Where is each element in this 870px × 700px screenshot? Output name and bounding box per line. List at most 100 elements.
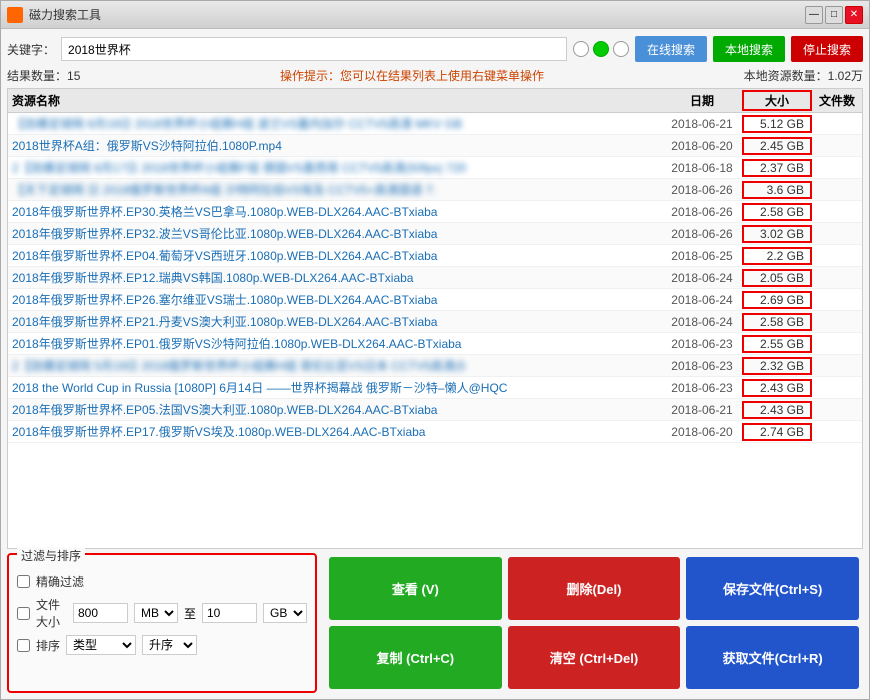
- row-date: 2018-06-24: [662, 271, 742, 285]
- table-row[interactable]: 2018年俄罗斯世界杯.EP26.塞尔维亚VS瑞士.1080p.WEB-DLX2…: [8, 289, 862, 311]
- table-row[interactable]: 2018世界杯A组：俄罗斯VS沙特阿拉伯.1080P.mp42018-06-20…: [8, 135, 862, 157]
- row-size: 2.37 GB: [742, 159, 812, 177]
- row-name: 2018 the World Cup in Russia [1080P] 6月1…: [8, 379, 662, 396]
- row-name: 2018年俄罗斯世界杯.EP32.波兰VS哥伦比亚.1080p.WEB-DLX2…: [8, 225, 662, 242]
- window-controls: — □ ✕: [805, 6, 863, 24]
- main-content: 关键字： 在线搜索 本地搜索 停止搜索 结果数量： 15 操作提示：您可以在结果…: [1, 29, 869, 699]
- header-files: 文件数: [812, 92, 862, 109]
- row-name: 2018年俄罗斯世界杯.EP05.法国VS澳大利亚.1080p.WEB-DLX2…: [8, 401, 662, 418]
- maximize-button[interactable]: □: [825, 6, 843, 24]
- table-row[interactable]: 2018年俄罗斯世界杯.EP30.英格兰VS巴拿马.1080p.WEB-DLX2…: [8, 201, 862, 223]
- file-size-row: 文件大小 MB GB 至 MB GB: [17, 601, 307, 625]
- file-size-to-unit-select[interactable]: MB GB: [263, 603, 307, 623]
- row-size: 2.05 GB: [742, 269, 812, 287]
- row-name: 2018年俄罗斯世界杯.EP26.塞尔维亚VS瑞士.1080p.WEB-DLX2…: [8, 291, 662, 308]
- close-button[interactable]: ✕: [845, 6, 863, 24]
- table-row[interactable]: 2【劲爆足球网 5月19日 2018俄罗斯世界杯小组赛H组 哥伦比亚VS日本 C…: [8, 355, 862, 377]
- table-body: 【劲爆足球网 6月19日 2018世界杯小组赛H组 波兰VS塞内加尔 CCTV5…: [8, 113, 862, 548]
- delete-button[interactable]: 删除(Del): [508, 557, 681, 620]
- info-row: 结果数量： 15 操作提示：您可以在结果列表上使用右键菜单操作 本地资源数量： …: [7, 67, 863, 84]
- row-date: 2018-06-26: [662, 227, 742, 241]
- tip-text: 操作提示：您可以在结果列表上使用右键菜单操作: [80, 67, 743, 84]
- local-count: 1.02万: [828, 67, 863, 84]
- table-row[interactable]: 2018年俄罗斯世界杯.EP05.法国VS澳大利亚.1080p.WEB-DLX2…: [8, 399, 862, 421]
- row-name: 2018世界杯A组：俄罗斯VS沙特阿拉伯.1080P.mp4: [8, 137, 662, 154]
- file-size-checkbox[interactable]: [17, 607, 30, 620]
- stop-search-button[interactable]: 停止搜索: [791, 36, 863, 62]
- row-date: 2018-06-23: [662, 337, 742, 351]
- row-name: 【劲爆足球网 6月19日 2018世界杯小组赛H组 波兰VS塞内加尔 CCTV5…: [8, 115, 662, 132]
- minimize-button[interactable]: —: [805, 6, 823, 24]
- main-window: 磁力搜索工具 — □ ✕ 关键字： 在线搜索 本地搜索 停止搜索 结果数量： 1…: [0, 0, 870, 700]
- file-size-label: 文件大小: [36, 596, 67, 630]
- file-size-from-unit-select[interactable]: MB GB: [134, 603, 178, 623]
- save-button[interactable]: 保存文件(Ctrl+S): [686, 557, 859, 620]
- row-date: 2018-06-21: [662, 117, 742, 131]
- table-row[interactable]: 【天下足球网 日 2018俄罗斯世界杯A组 沙特阿拉伯VS埃及 CCTV5+高清…: [8, 179, 862, 201]
- row-date: 2018-06-20: [662, 425, 742, 439]
- radio-group: [573, 41, 629, 57]
- precise-filter-checkbox[interactable]: [17, 575, 30, 588]
- table-row[interactable]: 2018 the World Cup in Russia [1080P] 6月1…: [8, 377, 862, 399]
- header-size: 大小: [742, 90, 812, 111]
- file-size-from-input[interactable]: [73, 603, 128, 623]
- copy-button[interactable]: 复制 (Ctrl+C): [329, 626, 502, 689]
- row-name: 2018年俄罗斯世界杯.EP12.瑞典VS韩国.1080p.WEB-DLX264…: [8, 269, 662, 286]
- app-icon: [7, 7, 23, 23]
- bottom-section: 过滤与排序 精确过滤 文件大小 MB GB 至 MB: [7, 553, 863, 693]
- row-name: 2【劲爆足球网 6月17日 2018世界杯小组赛F组 德国VS墨西哥 CCTV5…: [8, 159, 662, 176]
- table-row[interactable]: 2018年俄罗斯世界杯.EP17.俄罗斯VS埃及.1080p.WEB-DLX26…: [8, 421, 862, 443]
- table-row[interactable]: 【劲爆足球网 6月19日 2018世界杯小组赛H组 波兰VS塞内加尔 CCTV5…: [8, 113, 862, 135]
- result-label: 结果数量：: [7, 67, 67, 84]
- window-title: 磁力搜索工具: [29, 6, 805, 23]
- row-size: 2.58 GB: [742, 203, 812, 221]
- clear-button[interactable]: 清空 (Ctrl+Del): [508, 626, 681, 689]
- sort-checkbox[interactable]: [17, 639, 30, 652]
- get-button[interactable]: 获取文件(Ctrl+R): [686, 626, 859, 689]
- table-row[interactable]: 2018年俄罗斯世界杯.EP01.俄罗斯VS沙特阿拉伯.1080p.WEB-DL…: [8, 333, 862, 355]
- precise-filter-label: 精确过滤: [36, 573, 84, 590]
- row-name: 2018年俄罗斯世界杯.EP30.英格兰VS巴拿马.1080p.WEB-DLX2…: [8, 203, 662, 220]
- row-name: 2018年俄罗斯世界杯.EP17.俄罗斯VS埃及.1080p.WEB-DLX26…: [8, 423, 662, 440]
- view-button[interactable]: 查看 (V): [329, 557, 502, 620]
- table-header: 资源名称 日期 大小 文件数: [8, 89, 862, 113]
- row-date: 2018-06-20: [662, 139, 742, 153]
- file-size-to-label: 至: [184, 605, 196, 622]
- result-count: 15: [67, 69, 80, 83]
- title-bar: 磁力搜索工具 — □ ✕: [1, 1, 869, 29]
- row-date: 2018-06-23: [662, 359, 742, 373]
- row-date: 2018-06-23: [662, 381, 742, 395]
- table-row[interactable]: 2【劲爆足球网 6月17日 2018世界杯小组赛F组 德国VS墨西哥 CCTV5…: [8, 157, 862, 179]
- radio-btn-1[interactable]: [573, 41, 589, 57]
- local-search-button[interactable]: 本地搜索: [713, 36, 785, 62]
- sort-type-select[interactable]: 类型 大小 日期: [66, 635, 136, 655]
- online-search-button[interactable]: 在线搜索: [635, 36, 707, 62]
- table-row[interactable]: 2018年俄罗斯世界杯.EP04.葡萄牙VS西班牙.1080p.WEB-DLX2…: [8, 245, 862, 267]
- table-row[interactable]: 2018年俄罗斯世界杯.EP21.丹麦VS澳大利亚.1080p.WEB-DLX2…: [8, 311, 862, 333]
- radio-btn-3[interactable]: [613, 41, 629, 57]
- sort-label: 排序: [36, 637, 60, 654]
- precise-filter-row: 精确过滤: [17, 569, 307, 593]
- row-date: 2018-06-18: [662, 161, 742, 175]
- row-size: 3.6 GB: [742, 181, 812, 199]
- row-date: 2018-06-26: [662, 205, 742, 219]
- table-row[interactable]: 2018年俄罗斯世界杯.EP32.波兰VS哥伦比亚.1080p.WEB-DLX2…: [8, 223, 862, 245]
- control-panel: 查看 (V) 删除(Del) 保存文件(Ctrl+S) 复制 (Ctrl+C) …: [325, 553, 863, 693]
- file-size-to-input[interactable]: [202, 603, 257, 623]
- row-name: 2018年俄罗斯世界杯.EP01.俄罗斯VS沙特阿拉伯.1080p.WEB-DL…: [8, 335, 662, 352]
- row-name: 2018年俄罗斯世界杯.EP21.丹麦VS澳大利亚.1080p.WEB-DLX2…: [8, 313, 662, 330]
- row-date: 2018-06-21: [662, 403, 742, 417]
- row-size: 2.43 GB: [742, 379, 812, 397]
- row-size: 2.2 GB: [742, 247, 812, 265]
- row-size: 2.58 GB: [742, 313, 812, 331]
- row-name: 2018年俄罗斯世界杯.EP04.葡萄牙VS西班牙.1080p.WEB-DLX2…: [8, 247, 662, 264]
- row-size: 5.12 GB: [742, 115, 812, 133]
- filter-panel: 过滤与排序 精确过滤 文件大小 MB GB 至 MB: [7, 553, 317, 693]
- row-name: 【天下足球网 日 2018俄罗斯世界杯A组 沙特阿拉伯VS埃及 CCTV5+高清…: [8, 181, 662, 198]
- table-row[interactable]: 2018年俄罗斯世界杯.EP12.瑞典VS韩国.1080p.WEB-DLX264…: [8, 267, 862, 289]
- row-date: 2018-06-26: [662, 183, 742, 197]
- search-input[interactable]: [61, 37, 567, 61]
- filter-title: 过滤与排序: [17, 547, 85, 564]
- radio-btn-2[interactable]: [593, 41, 609, 57]
- sort-order-select[interactable]: 升序 降序: [142, 635, 197, 655]
